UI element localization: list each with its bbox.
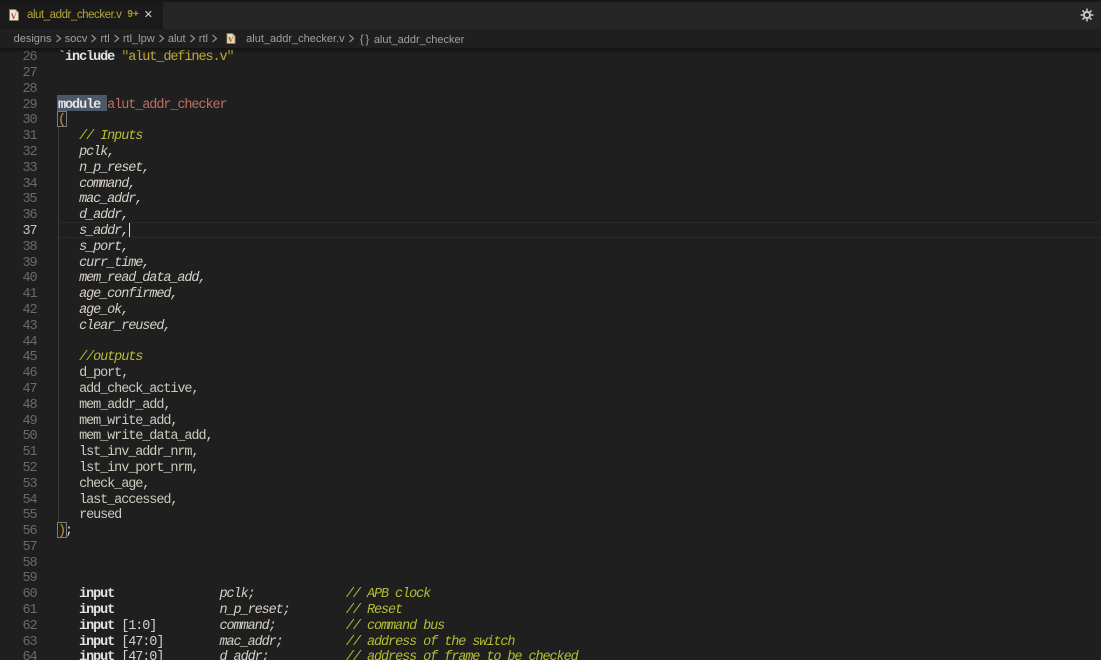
svg-text:V: V — [11, 11, 17, 20]
svg-text:V: V — [228, 35, 234, 44]
